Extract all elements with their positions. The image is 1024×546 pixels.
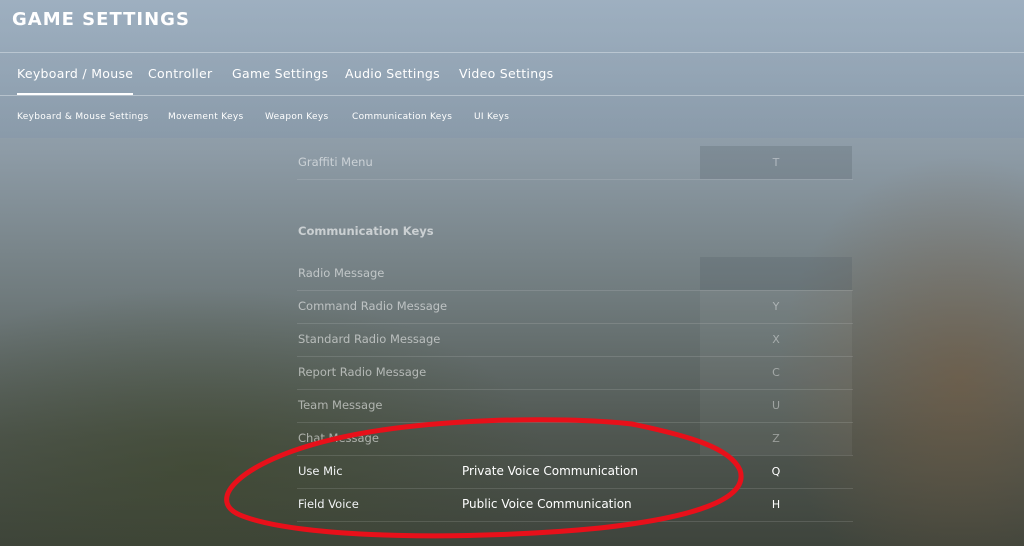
subtab-ui-keys[interactable]: UI Keys <box>474 96 509 138</box>
settings-header: GAME SETTINGS Keyboard / Mouse Controlle… <box>0 0 1024 138</box>
keybind-label: Standard Radio Message <box>298 332 441 346</box>
keybind-key-button[interactable]: X <box>700 323 852 356</box>
keybind-label: Report Radio Message <box>298 365 427 379</box>
keybind-label: Command Radio Message <box>298 299 448 313</box>
keybind-label: Chat Message <box>298 431 379 445</box>
keybind-row-use-mic: Use Mic Private Voice Communication Q <box>297 455 853 489</box>
keybind-key-button[interactable]: U <box>700 389 852 422</box>
keybind-row-standard-radio-message: Standard Radio Message X <box>297 323 853 357</box>
sub-tabs: Keyboard & Mouse Settings Movement Keys … <box>0 96 1024 138</box>
keybind-label: Team Message <box>298 398 383 412</box>
keybind-label: Use Mic <box>298 464 343 478</box>
keybind-row-report-radio-message: Report Radio Message C <box>297 356 853 390</box>
keybind-row-radio-message: Radio Message <box>297 257 853 291</box>
keybind-description: Public Voice Communication <box>462 497 632 511</box>
subtab-communication-keys[interactable]: Communication Keys <box>352 96 452 138</box>
page-title: GAME SETTINGS <box>12 9 190 30</box>
tab-keyboard-mouse[interactable]: Keyboard / Mouse <box>17 52 134 95</box>
keybind-list: Graffiti Menu T Communication Keys Radio… <box>297 138 853 546</box>
keybind-row-team-message: Team Message U <box>297 389 853 423</box>
tab-game-settings[interactable]: Game Settings <box>232 52 328 95</box>
keybind-label: Graffiti Menu <box>298 155 373 169</box>
keybind-row-graffiti-menu: Graffiti Menu T <box>297 146 853 180</box>
keybind-description: Private Voice Communication <box>462 464 638 478</box>
keybind-key-button[interactable]: Z <box>700 422 852 455</box>
keybind-key-button[interactable] <box>700 257 852 290</box>
subtab-keyboard-mouse-settings[interactable]: Keyboard & Mouse Settings <box>17 96 149 138</box>
keybind-key-button[interactable]: T <box>700 146 852 179</box>
main-tabs: Keyboard / Mouse Controller Game Setting… <box>0 52 1024 95</box>
keybind-row-chat-message: Chat Message Z <box>297 422 853 456</box>
tab-audio-settings[interactable]: Audio Settings <box>345 52 440 95</box>
keybind-key-button[interactable]: C <box>700 356 852 389</box>
subtab-weapon-keys[interactable]: Weapon Keys <box>265 96 329 138</box>
section-title-communication-keys: Communication Keys <box>298 224 434 238</box>
keybind-label: Radio Message <box>298 266 385 280</box>
keybind-key-button[interactable]: Y <box>700 290 852 323</box>
subtab-movement-keys[interactable]: Movement Keys <box>168 96 243 138</box>
tab-controller[interactable]: Controller <box>148 52 213 95</box>
tab-video-settings[interactable]: Video Settings <box>459 52 553 95</box>
keybind-key-button[interactable]: H <box>700 488 852 521</box>
keybind-key-button[interactable]: Q <box>700 455 852 488</box>
keybind-row-field-voice: Field Voice Public Voice Communication H <box>297 488 853 522</box>
keybind-label: Field Voice <box>298 497 359 511</box>
keybind-row-command-radio-message: Command Radio Message Y <box>297 290 853 324</box>
